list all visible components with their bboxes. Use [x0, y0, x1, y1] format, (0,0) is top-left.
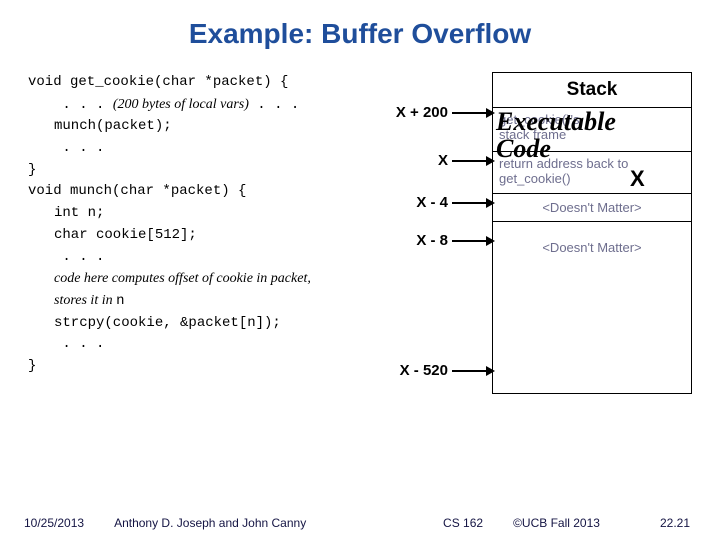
stack-header: Stack [493, 73, 691, 107]
slide-title: Example: Buffer Overflow [0, 0, 720, 50]
arrow-line [452, 160, 488, 162]
address-label: X - 4 [388, 194, 448, 211]
arrow-line [452, 370, 488, 372]
content-area: void get_cookie(char *packet) { . . . (2… [0, 72, 720, 502]
address-label: X + 200 [388, 104, 448, 121]
overlay-x-mark: X [630, 166, 645, 192]
code-line: void get_cookie(char *packet) { [28, 72, 388, 94]
stack-cell-doesnt-matter: <Doesn't Matter> [493, 221, 691, 279]
arrow-line [452, 240, 488, 242]
code-text: . . . [249, 97, 299, 113]
stack-cell-frame: get_cookie()'s stack frame [493, 107, 691, 151]
address-label: X - 8 [388, 232, 448, 249]
code-italic-line: code here computes offset of cookie in p… [28, 268, 328, 312]
code-line: . . . (200 bytes of local vars) . . . [28, 94, 388, 117]
address-label: X [388, 152, 448, 169]
code-text: code here computes offset of cookie in p… [54, 271, 311, 308]
footer-slide-number: 22.21 [660, 516, 690, 530]
code-line: } [28, 356, 388, 378]
stack-cell-empty [493, 279, 691, 393]
code-text: . . . [54, 97, 113, 113]
code-line: strcpy(cookie, &packet[n]); [28, 313, 388, 335]
code-line: . . . [28, 334, 388, 356]
address-label: X - 520 [388, 362, 448, 379]
code-line: void munch(char *packet) { [28, 181, 388, 203]
footer-copyright: ©UCB Fall 2013 [513, 516, 600, 530]
code-line: int n; [28, 203, 388, 225]
footer-date: 10/25/2013 [24, 516, 84, 530]
code-line: . . . [28, 247, 388, 269]
arrow-line [452, 112, 488, 114]
slide-footer: 10/25/2013 Anthony D. Joseph and John Ca… [0, 516, 720, 530]
code-block: void get_cookie(char *packet) { . . . (2… [28, 72, 388, 378]
code-line: } [28, 160, 388, 182]
footer-authors: Anthony D. Joseph and John Canny [84, 516, 443, 530]
code-line: char cookie[512]; [28, 225, 388, 247]
code-italic: (200 bytes of local vars) [113, 97, 249, 112]
code-line: . . . [28, 138, 388, 160]
cell-text: get_cookie()'s [499, 112, 580, 127]
stack-cell-doesnt-matter: <Doesn't Matter> [493, 193, 691, 221]
cell-text: stack frame [499, 127, 566, 142]
footer-course: CS 162 [443, 516, 483, 530]
code-text: n [116, 293, 124, 309]
arrow-line [452, 202, 488, 204]
stack-diagram: Stack get_cookie()'s stack frame return … [492, 72, 692, 394]
code-line: munch(packet); [28, 116, 388, 138]
stack-cell-return-addr: return address back to get_cookie() [493, 151, 691, 193]
